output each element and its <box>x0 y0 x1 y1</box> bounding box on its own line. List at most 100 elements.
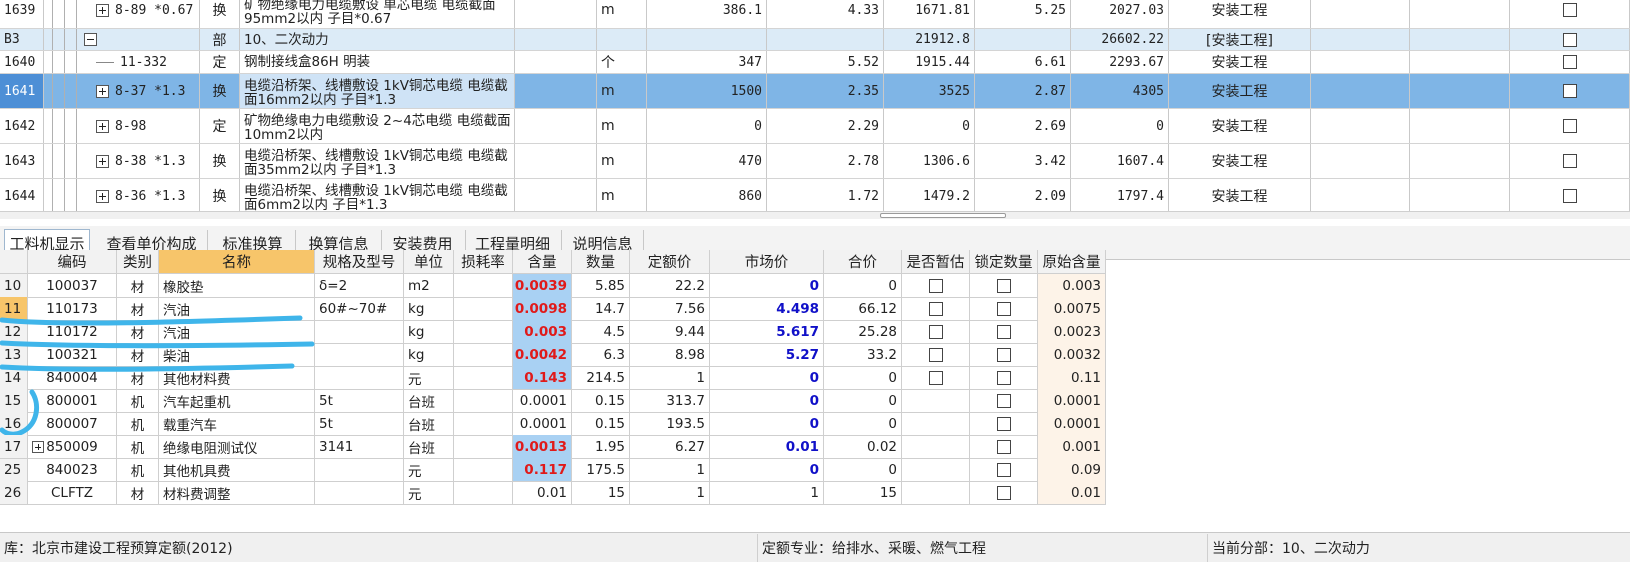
resource-cell-spec[interactable] <box>315 481 404 505</box>
lock-qty-checkbox[interactable] <box>996 301 1011 316</box>
resource-cell-spec[interactable]: δ=2 <box>315 274 404 298</box>
estimate-checkbox[interactable] <box>928 370 943 385</box>
quota-row[interactable]: B3 部 10、二次动力 21912.8 26602.22 [安装工程] <box>0 29 1630 51</box>
header-unit[interactable]: 单位 <box>404 250 454 274</box>
resource-cell-content[interactable]: 0.0001 <box>513 389 572 413</box>
resource-cell-est[interactable] <box>902 343 970 367</box>
header-content[interactable]: 含量 <box>513 250 572 274</box>
resource-cell-est[interactable] <box>902 481 970 505</box>
quota-cell-check[interactable] <box>1510 109 1630 143</box>
header-no[interactable] <box>0 250 28 274</box>
resource-cell-market[interactable]: 0.01 <box>710 435 824 459</box>
resource-cell-spec[interactable]: 60#~70# <box>315 297 404 321</box>
resource-cell-market[interactable]: 4.498 <box>710 297 824 321</box>
pane-splitter[interactable] <box>0 211 1630 219</box>
row-checkbox[interactable] <box>1562 3 1577 17</box>
header-total[interactable]: 合价 <box>824 250 902 274</box>
header-code[interactable]: 编码 <box>28 250 117 274</box>
header-est[interactable]: 是否暂估 <box>902 250 970 274</box>
lock-qty-checkbox[interactable] <box>996 393 1011 408</box>
estimate-checkbox[interactable] <box>928 278 943 293</box>
resource-cell-market[interactable]: 5.27 <box>710 343 824 367</box>
resource-cell-content[interactable]: 0.0013 <box>513 435 572 459</box>
quota-row[interactable]: 1644 8-36 *1.3 换 电缆沿桥架、线槽敷设 1kV铜芯电缆 电缆截面6mm… <box>0 179 1630 214</box>
collapse-icon[interactable] <box>84 33 97 46</box>
resource-cell-est[interactable] <box>902 366 970 390</box>
expand-icon[interactable] <box>96 189 109 203</box>
resource-cell-content[interactable]: 0.117 <box>513 458 572 482</box>
header-loss[interactable]: 损耗率 <box>454 250 513 274</box>
quota-row[interactable]: 1640 11-332 定 钢制接线盒86H 明装 个 347 5.52 1915.44 6.6… <box>0 51 1630 74</box>
lock-qty-checkbox[interactable] <box>996 485 1011 500</box>
resource-cell-content[interactable]: 0.143 <box>513 366 572 390</box>
resource-row[interactable]: 14 840004 材 其他材料费 元 0.143 214.5 1 0 0 0.11 <box>0 366 1152 390</box>
expand-icon[interactable] <box>96 3 109 17</box>
resource-cell-spec[interactable] <box>315 320 404 344</box>
resource-cell-market[interactable]: 0 <box>710 274 824 298</box>
resource-row[interactable]: 11 110173 材 汽油 60#~70# kg 0.0098 14.7 7.56 4.498 6… <box>0 297 1152 321</box>
header-orig[interactable]: 原始含量 <box>1038 250 1106 274</box>
lock-qty-checkbox[interactable] <box>996 347 1011 362</box>
resource-cell-lock[interactable] <box>970 412 1038 436</box>
resource-cell-market[interactable]: 5.617 <box>710 320 824 344</box>
quota-cell-code[interactable] <box>44 29 200 50</box>
quota-cell-code[interactable]: 8-36 *1.3 <box>44 179 200 213</box>
resource-cell-lock[interactable] <box>970 366 1038 390</box>
quota-cell-code[interactable]: 11-332 <box>44 51 200 73</box>
resource-cell-spec[interactable]: 5t <box>315 389 404 413</box>
lock-qty-checkbox[interactable] <box>996 439 1011 454</box>
resource-cell-est[interactable] <box>902 412 970 436</box>
resource-cell-lock[interactable] <box>970 274 1038 298</box>
resource-row[interactable]: 10 100037 材 橡胶垫 δ=2 m2 0.0039 5.85 22.2 0 0 0.003 <box>0 274 1152 298</box>
header-cat[interactable]: 类别 <box>117 250 159 274</box>
resource-cell-spec[interactable]: 5t <box>315 412 404 436</box>
splitter-grip[interactable] <box>880 213 1006 218</box>
row-checkbox[interactable] <box>1562 154 1577 168</box>
resource-cell-lock[interactable] <box>970 297 1038 321</box>
resource-cell-est[interactable] <box>902 297 970 321</box>
resource-cell-est[interactable] <box>902 435 970 459</box>
row-checkbox[interactable] <box>1562 84 1577 98</box>
resource-cell-lock[interactable] <box>970 320 1038 344</box>
resource-cell-lock[interactable] <box>970 389 1038 413</box>
resource-cell-market[interactable]: 0 <box>710 389 824 413</box>
expand-icon[interactable] <box>96 154 109 168</box>
quota-cell-code[interactable]: 8-89 *0.67 <box>44 0 200 28</box>
header-qty[interactable]: 数量 <box>572 250 630 274</box>
resource-cell-content[interactable]: 0.0001 <box>513 412 572 436</box>
quota-row[interactable]: 1642 8-98 定 矿物绝缘电力电缆敷设 2~4芯电缆 电缆截面10mm2以内 m 0… <box>0 109 1630 144</box>
estimate-checkbox[interactable] <box>928 324 943 339</box>
resource-row[interactable]: 25 840023 机 其他机具费 元 0.117 175.5 1 0 0 0.09 <box>0 458 1152 482</box>
resource-row[interactable]: 26 CLFTZ 材 材料费调整 元 0.01 15 1 1 15 0.01 <box>0 481 1152 505</box>
resource-cell-content[interactable]: 0.003 <box>513 320 572 344</box>
quota-cell-check[interactable] <box>1510 179 1630 213</box>
estimate-checkbox[interactable] <box>928 347 943 362</box>
resource-cell-market[interactable]: 0 <box>710 366 824 390</box>
resource-cell-content[interactable]: 0.0042 <box>513 343 572 367</box>
header-market[interactable]: 市场价 <box>710 250 824 274</box>
header-spec[interactable]: 规格及型号 <box>315 250 404 274</box>
resource-cell-content[interactable]: 0.01 <box>513 481 572 505</box>
quota-cell-code[interactable]: 8-98 <box>44 109 200 143</box>
resource-row[interactable]: 16 800007 机 载重汽车 5t 台班 0.0001 0.15 193.5 0 0 0.0001 <box>0 412 1152 436</box>
resource-cell-est[interactable] <box>902 458 970 482</box>
resource-row[interactable]: 12 110172 材 汽油 kg 0.003 4.5 9.44 5.617 25.28 0.002… <box>0 320 1152 344</box>
row-checkbox[interactable] <box>1562 55 1577 69</box>
quota-cell-check[interactable] <box>1510 74 1630 108</box>
resource-row[interactable]: 13 100321 材 柴油 kg 0.0042 6.3 8.98 5.27 33.2 0.0032 <box>0 343 1152 367</box>
lock-qty-checkbox[interactable] <box>996 324 1011 339</box>
quota-cell-check[interactable] <box>1510 144 1630 178</box>
resource-cell-market[interactable]: 1 <box>710 481 824 505</box>
resource-cell-est[interactable] <box>902 320 970 344</box>
quota-cell-check[interactable] <box>1510 29 1630 50</box>
resource-cell-spec[interactable]: 3141 <box>315 435 404 459</box>
row-checkbox[interactable] <box>1562 119 1577 133</box>
resource-cell-spec[interactable] <box>315 458 404 482</box>
expand-icon[interactable] <box>32 440 44 453</box>
lock-qty-checkbox[interactable] <box>996 370 1011 385</box>
resource-cell-lock[interactable] <box>970 343 1038 367</box>
row-checkbox[interactable] <box>1562 32 1577 47</box>
resource-cell-content[interactable]: 0.0098 <box>513 297 572 321</box>
quota-cell-code[interactable]: 8-37 *1.3 <box>44 74 200 108</box>
resource-cell-spec[interactable] <box>315 343 404 367</box>
